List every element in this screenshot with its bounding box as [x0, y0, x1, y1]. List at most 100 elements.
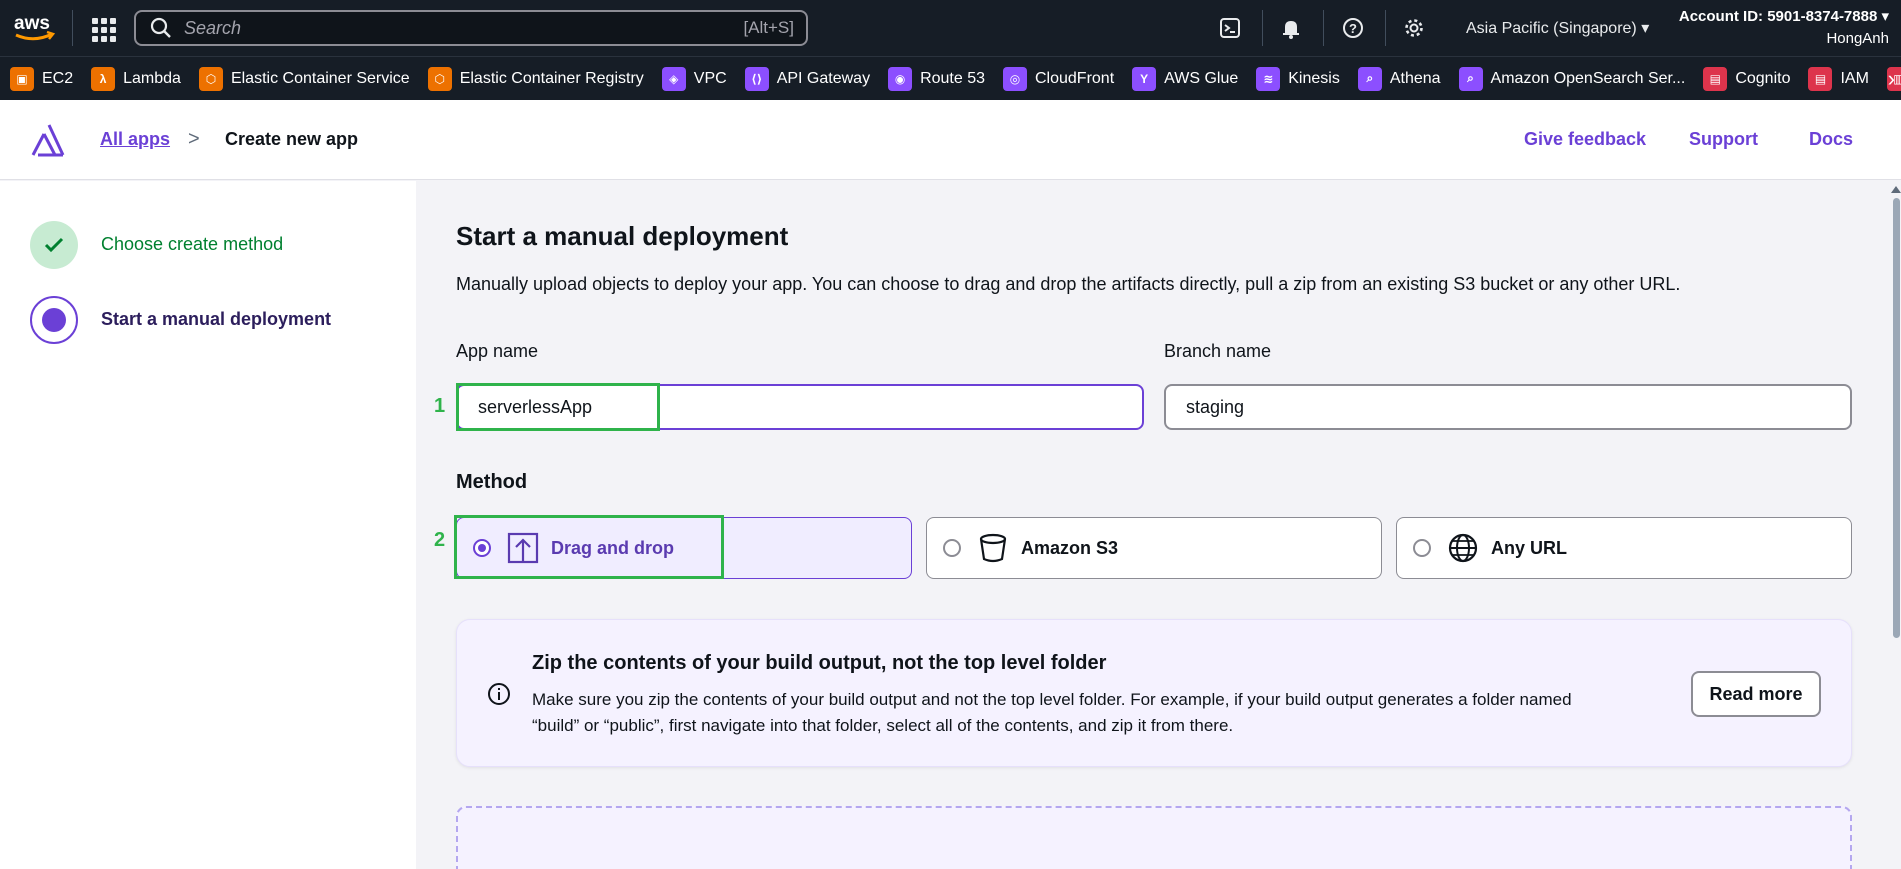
favorite-label: VPC	[693, 69, 727, 87]
read-more-button[interactable]: Read more	[1691, 671, 1821, 717]
step-manual-deployment: Start a manual deployment	[101, 309, 332, 329]
service-icon: ◈	[661, 66, 686, 91]
radio-unselected[interactable]	[943, 539, 961, 557]
service-icon: ▣	[10, 66, 34, 91]
page-description: Manually upload objects to deploy your a…	[456, 274, 1681, 294]
service-icon: ⟨⟩	[744, 66, 769, 91]
step-complete-indicator	[30, 221, 78, 269]
favorite-route-53[interactable]: ◉ Route 53	[888, 66, 985, 91]
favorites-bar: ▣ EC2 λ Lambda ⬡ Elastic Container Service ⬡ El…	[0, 56, 1901, 100]
aws-logo[interactable]: aws	[12, 10, 56, 44]
service-icon: ▤	[1703, 66, 1728, 91]
method-label: Method	[456, 471, 528, 493]
scrollbar-thumb[interactable]	[1893, 198, 1900, 638]
search-shortcut: [Alt+S]	[743, 18, 794, 37]
favorite-elastic-container-registry[interactable]: ⬡ Elastic Container Registry	[427, 66, 644, 91]
favorite-lambda[interactable]: λ Lambda	[91, 66, 181, 91]
help-icon[interactable]: ?	[1339, 14, 1367, 42]
search-input[interactable]: Search [Alt+S]	[134, 10, 808, 46]
service-icon: ▤	[1808, 66, 1833, 91]
breadcrumb-separator: >	[188, 128, 200, 150]
checkmark-icon	[44, 237, 64, 253]
service-icon: ◎	[1003, 66, 1027, 91]
app-name-label: App name	[456, 341, 539, 361]
support-link[interactable]: Support	[1689, 129, 1758, 150]
info-icon	[488, 683, 510, 705]
search-placeholder: Search	[184, 17, 242, 38]
service-icon: Y	[1132, 66, 1157, 91]
divider	[1385, 10, 1386, 46]
globe-icon	[1448, 533, 1478, 563]
favorite-label: Kinesis	[1288, 69, 1340, 87]
divider	[72, 10, 73, 46]
favorite-api-gateway[interactable]: ⟨⟩ API Gateway	[744, 66, 871, 91]
search-icon	[150, 17, 171, 38]
give-feedback-link[interactable]: Give feedback	[1524, 129, 1646, 150]
annotation-box-2	[454, 515, 724, 579]
amplify-logo-icon[interactable]	[30, 122, 66, 158]
region-selector[interactable]: Asia Pacific (Singapore) ▾	[1466, 18, 1649, 38]
file-dropzone[interactable]	[456, 806, 1852, 869]
account-menu[interactable]: Account ID: 5901-8374-7888 ▾ HongAnh	[1679, 6, 1889, 50]
method-any-url[interactable]: Any URL	[1396, 517, 1852, 579]
method-any-url-label: Any URL	[1491, 537, 1567, 558]
favorite-label: AWS Glue	[1164, 69, 1239, 87]
favorite-label: Athena	[1389, 69, 1441, 87]
alert-title: Zip the contents of your build output, n…	[532, 652, 1107, 674]
favorite-label: Amazon OpenSearch Ser...	[1490, 69, 1686, 87]
docs-link[interactable]: Docs	[1809, 129, 1853, 150]
notifications-bell-icon[interactable]	[1277, 14, 1305, 42]
info-alert: Zip the contents of your build output, n…	[456, 619, 1852, 767]
favorite-label: EC2	[42, 69, 74, 87]
service-icon: ◉	[888, 66, 913, 91]
favorite-label: API Gateway	[776, 69, 871, 87]
scroll-up-arrow-icon[interactable]	[1891, 186, 1901, 193]
method-amazon-s3-label: Amazon S3	[1021, 537, 1119, 558]
bucket-icon	[979, 533, 1007, 563]
favorite-label: Elastic Container Service	[230, 69, 410, 87]
service-icon: ⌕	[1357, 66, 1382, 91]
annotation-marker-1: 1	[434, 395, 446, 417]
breadcrumb-all-apps[interactable]: All apps	[100, 129, 170, 150]
favorite-athena[interactable]: ⌕ Athena	[1357, 66, 1441, 91]
breadcrumb-current: Create new app	[225, 129, 359, 149]
divider	[1262, 10, 1263, 46]
favorite-vpc[interactable]: ◈ VPC	[661, 66, 727, 91]
annotation-marker-2: 2	[434, 529, 446, 551]
favorite-label: Lambda	[123, 69, 181, 87]
favorite-label: Route 53	[920, 69, 985, 87]
amplify-header: All apps > Create new app Give feedback …	[0, 100, 1901, 180]
radio-unselected[interactable]	[1413, 539, 1431, 557]
svg-text:aws: aws	[14, 13, 50, 34]
branch-name-input[interactable]: staging	[1164, 384, 1852, 430]
favorite-cognito[interactable]: ▤ Cognito	[1703, 66, 1790, 91]
favorites-scroll-right-icon[interactable]: ›	[1888, 66, 1895, 92]
favorite-aws-glue[interactable]: Y AWS Glue	[1132, 66, 1239, 91]
favorite-cloudfront[interactable]: ◎ CloudFront	[1003, 66, 1115, 91]
favorite-ec2[interactable]: ▣ EC2	[10, 66, 74, 91]
step-current-indicator	[30, 296, 78, 344]
cloudshell-icon[interactable]	[1216, 14, 1244, 42]
step-choose-create-method[interactable]: Choose create method	[101, 234, 283, 255]
method-amazon-s3[interactable]: Amazon S3	[926, 517, 1382, 579]
service-icon: ≋	[1256, 66, 1281, 91]
account-id: Account ID: 5901-8374-7888 ▾	[1678, 8, 1889, 25]
favorite-label: CloudFront	[1035, 69, 1115, 87]
svg-text:?: ?	[1349, 21, 1357, 36]
favorite-label: IAM	[1840, 69, 1869, 87]
services-menu-icon[interactable]	[88, 14, 116, 42]
service-icon: λ	[91, 66, 116, 91]
favorite-amazon-opensearch-ser[interactable]: ⌕ Amazon OpenSearch Ser...	[1458, 66, 1686, 91]
service-icon: ⬡	[198, 66, 223, 91]
annotation-box-1	[456, 383, 660, 431]
service-icon: ⌕	[1458, 66, 1483, 91]
settings-gear-icon[interactable]	[1400, 14, 1428, 42]
main-content: Start a manual deployment Manually uploa…	[416, 181, 1901, 869]
service-icon: ⬡	[427, 66, 452, 91]
favorite-iam[interactable]: ▤ IAM	[1808, 66, 1869, 91]
username: HongAnh	[1826, 30, 1889, 47]
favorite-elastic-container-service[interactable]: ⬡ Elastic Container Service	[198, 66, 410, 91]
favorite-kinesis[interactable]: ≋ Kinesis	[1256, 66, 1340, 91]
wizard-steps: Choose create method Start a manual depl…	[0, 181, 416, 869]
divider	[1323, 10, 1324, 46]
